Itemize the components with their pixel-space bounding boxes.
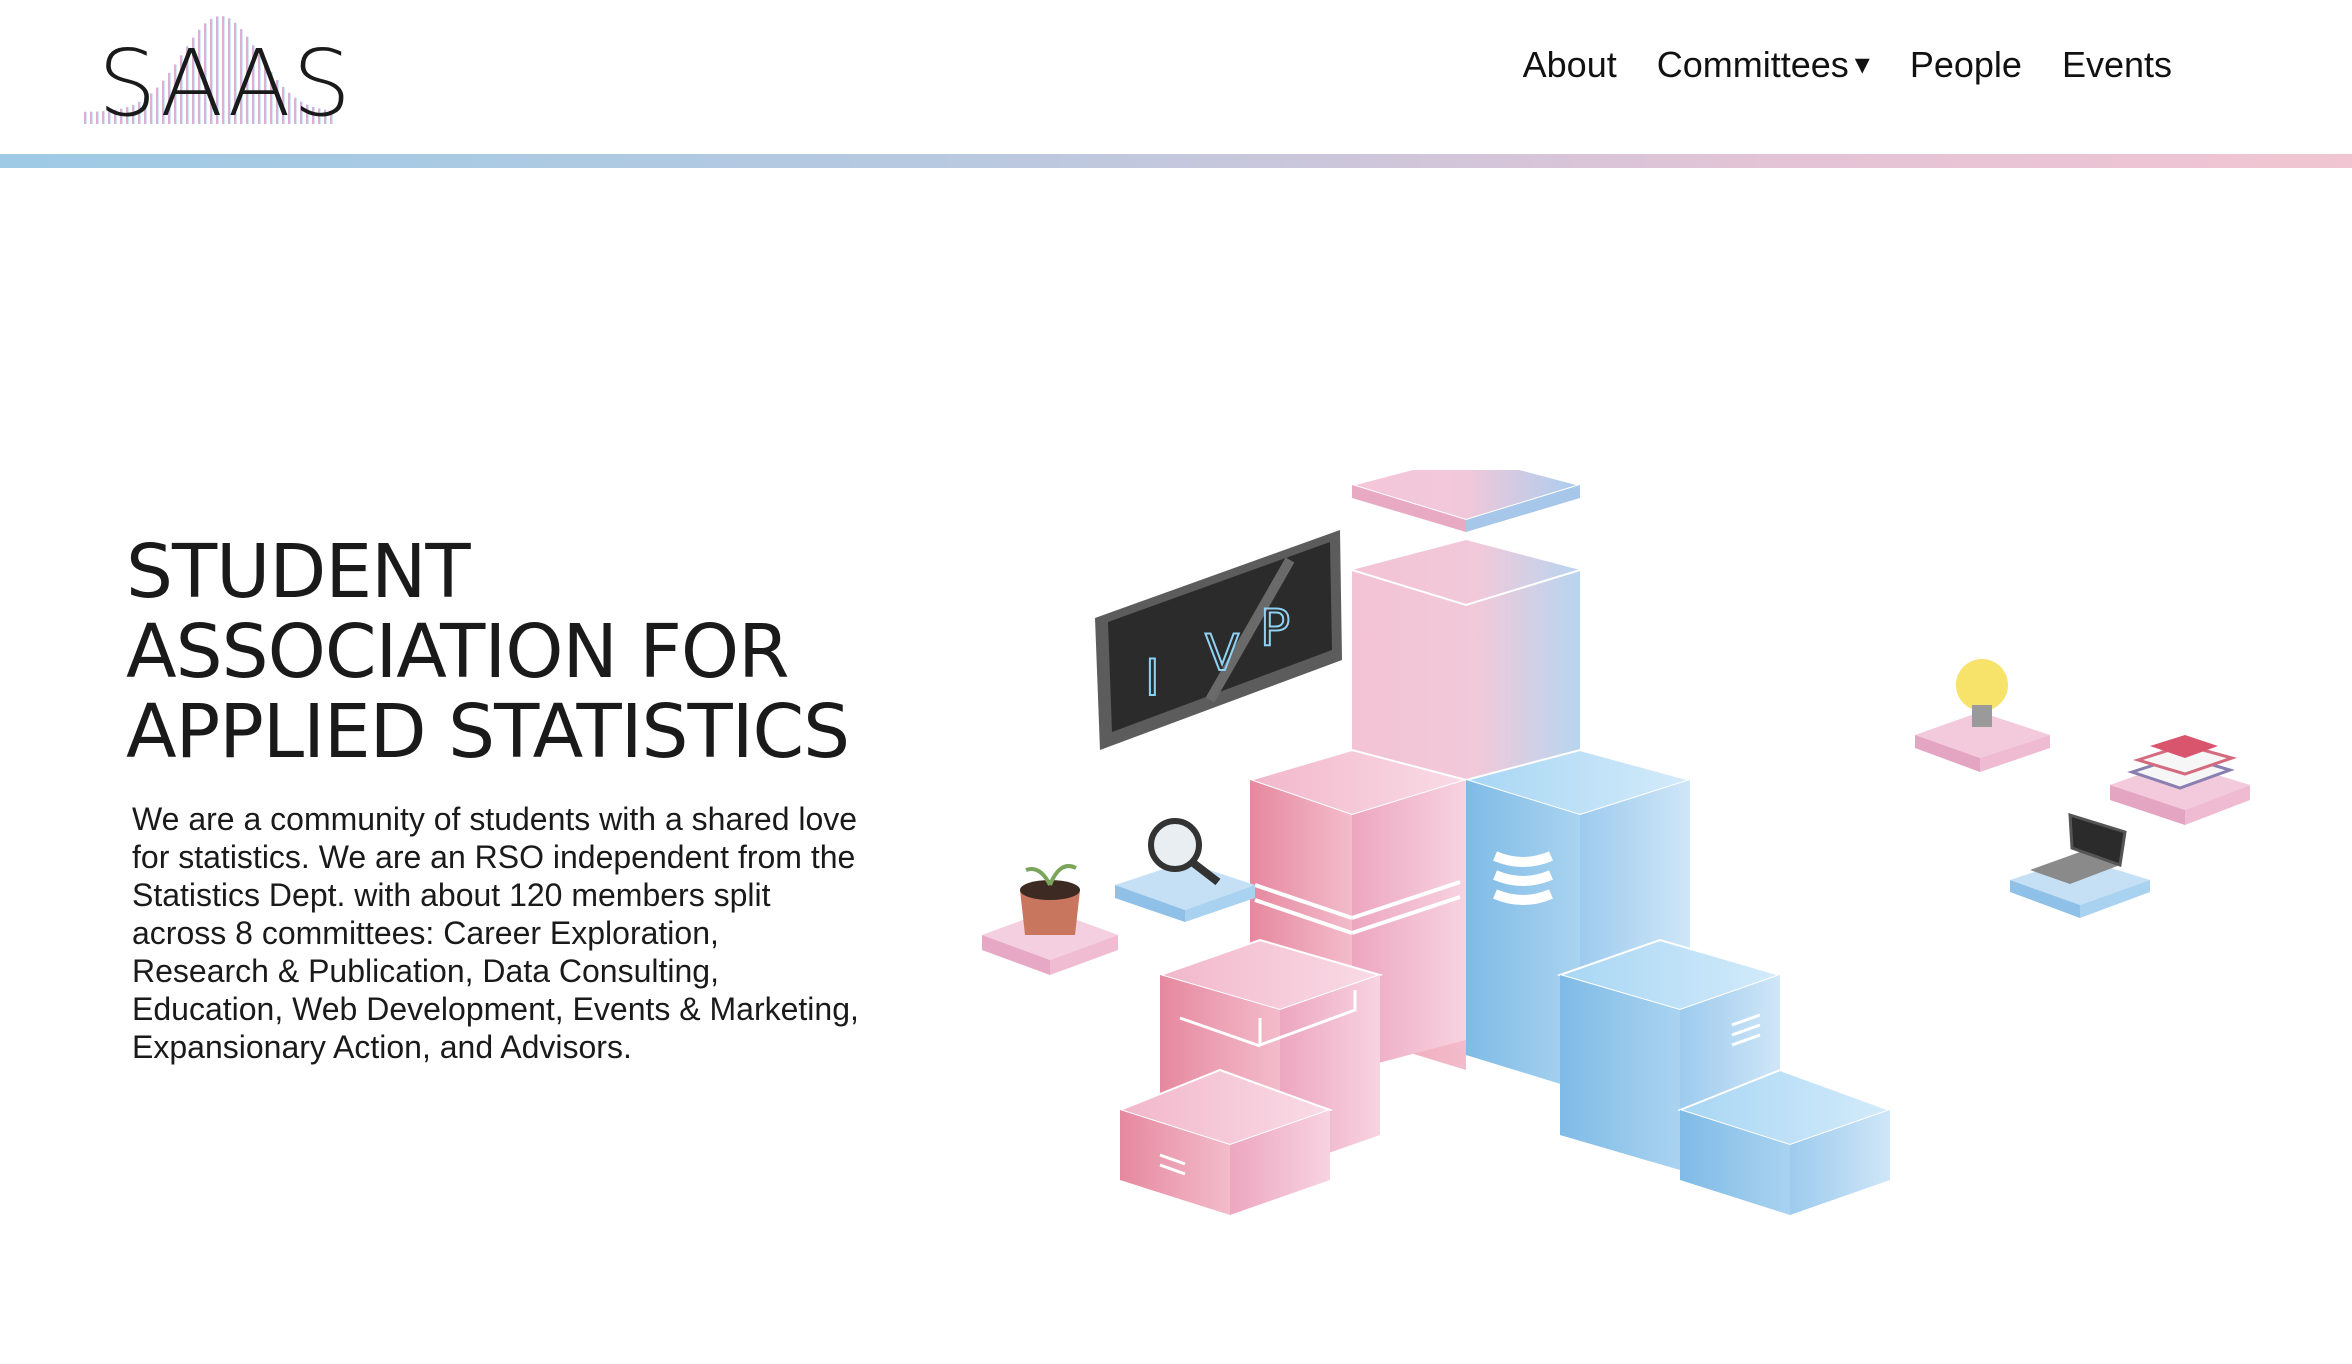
nav-committees-dropdown[interactable]: Committees ▾ bbox=[1657, 44, 1870, 86]
hero-title: STUDENT ASSOCIATION FOR APPLIED STATISTI… bbox=[126, 532, 886, 772]
saas-logo[interactable]: SAAS bbox=[80, 10, 351, 130]
monitor-icon: I V P bbox=[1095, 530, 1342, 750]
nav-people[interactable]: People bbox=[1910, 44, 2022, 86]
hero-title-line: APPLIED STATISTICS bbox=[126, 689, 850, 775]
nav-about-label: About bbox=[1522, 44, 1617, 85]
nav-committees-label: Committees bbox=[1656, 44, 1849, 85]
lightbulb-icon bbox=[1915, 659, 2050, 772]
nav-about[interactable]: About bbox=[1523, 44, 1617, 86]
site-header: SAAS About Committees ▾ People Events bbox=[0, 0, 2352, 168]
header-gradient-divider bbox=[0, 154, 2352, 168]
hero-description: We are a community of students with a sh… bbox=[132, 801, 859, 1065]
caret-down-icon: ▾ bbox=[1854, 48, 1870, 81]
logo-spectrum-bar bbox=[84, 111, 87, 124]
laptop-icon bbox=[2010, 812, 2150, 918]
floating-top-slab bbox=[1348, 470, 1584, 532]
page: SAAS About Committees ▾ People Events ST… bbox=[0, 0, 2352, 1364]
books-icon bbox=[2110, 735, 2250, 825]
logo-spectrum-bar bbox=[90, 111, 93, 124]
monitor-letter-v: V bbox=[1205, 624, 1239, 682]
nav-people-label: People bbox=[1909, 44, 2022, 85]
hero-title-line: STUDENT bbox=[126, 529, 471, 615]
plant-icon bbox=[982, 864, 1118, 975]
logo-text: SAAS bbox=[98, 30, 353, 137]
main-nav: About Committees ▾ People Events bbox=[1523, 44, 2172, 86]
nav-events[interactable]: Events bbox=[2062, 44, 2172, 86]
magnifier-icon bbox=[1115, 818, 1255, 922]
hero-title-line: ASSOCIATION FOR bbox=[126, 609, 790, 695]
nav-events-label: Events bbox=[2061, 44, 2172, 85]
monitor-letter-p: P bbox=[1260, 599, 1290, 657]
isometric-blocks-illustration: I V P bbox=[982, 470, 2250, 1215]
monitor-letter-i: I bbox=[1145, 649, 1160, 707]
